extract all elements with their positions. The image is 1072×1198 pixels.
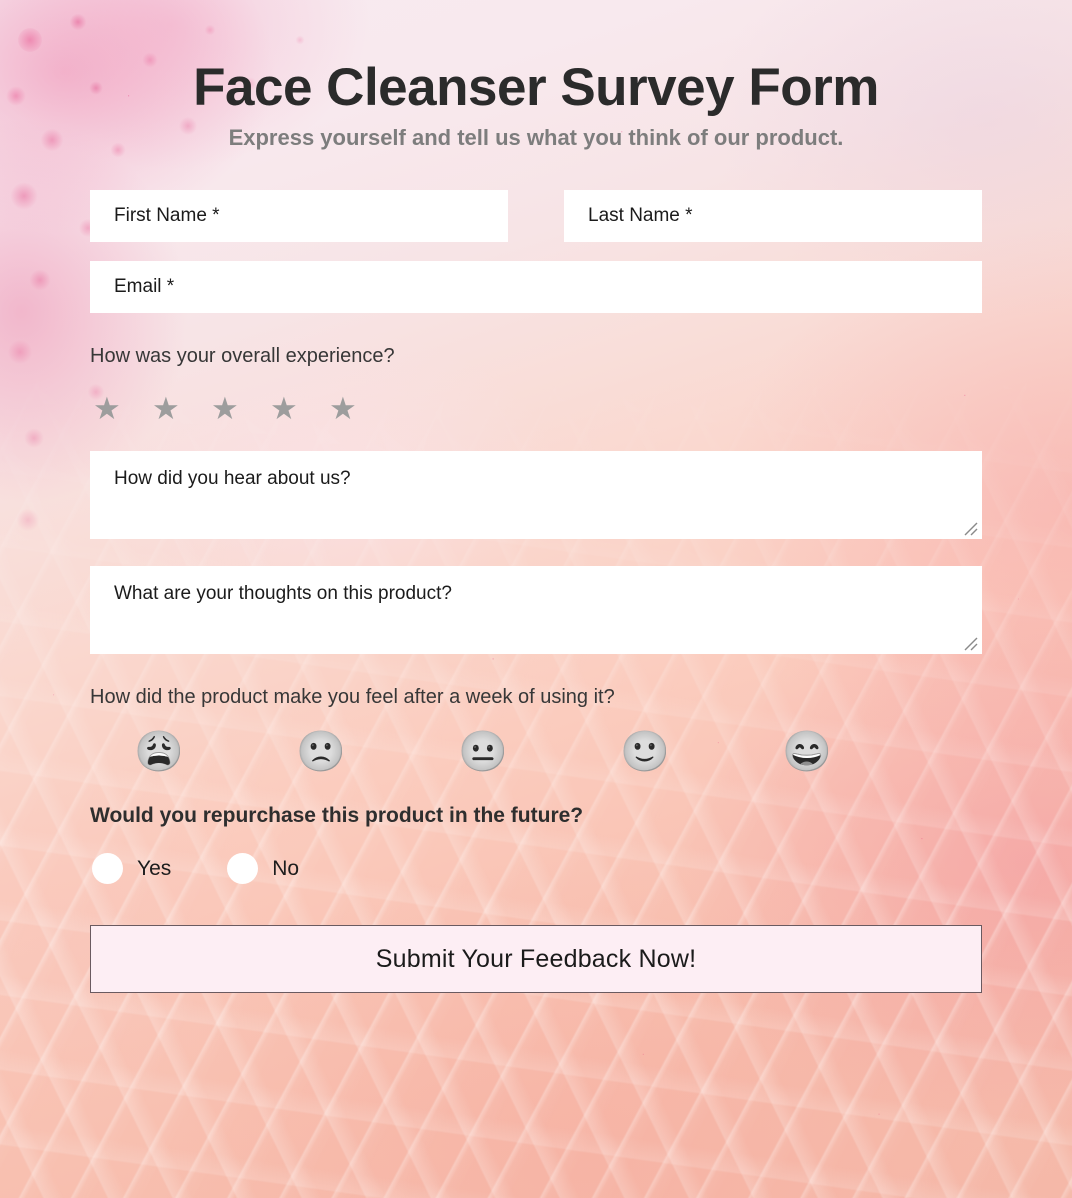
star-rating[interactable]: ★ ★ ★ ★ ★	[93, 393, 982, 424]
mood-selector[interactable]: 😩 🙁 😐 🙂 😄	[90, 732, 982, 772]
repurchase-radio-group: Yes No	[90, 853, 982, 884]
radio-option-yes[interactable]: Yes	[92, 853, 171, 884]
referral-textarea-placeholder: How did you hear about us?	[114, 467, 351, 489]
referral-textarea[interactable]: How did you hear about us?	[90, 450, 982, 539]
last-name-input[interactable]: Last Name *	[564, 189, 982, 242]
star-icon-2[interactable]: ★	[152, 393, 211, 424]
thoughts-textarea-placeholder: What are your thoughts on this product?	[114, 582, 452, 604]
neutral-face-icon[interactable]: 😐	[458, 732, 620, 772]
radio-circle-yes[interactable]	[92, 853, 123, 884]
page-title: Face Cleanser Survey Form	[193, 58, 879, 117]
radio-label-yes: Yes	[137, 856, 172, 880]
mood-question-label: How did the product make you feel after …	[90, 685, 615, 708]
repurchase-question-label: Would you repurchase this product in the…	[90, 803, 584, 827]
star-icon-5[interactable]: ★	[329, 393, 388, 424]
resize-grip-icon[interactable]	[963, 636, 979, 652]
star-icon-1[interactable]: ★	[93, 393, 152, 424]
frowning-face-icon[interactable]: 🙁	[296, 732, 458, 772]
overall-experience-label: How was your overall experience?	[90, 344, 395, 367]
grinning-face-with-smiling-eyes-icon[interactable]: 😄	[782, 732, 944, 772]
survey-form: Face Cleanser Survey Form Express yourse…	[90, 0, 982, 993]
resize-grip-icon[interactable]	[963, 521, 979, 537]
radio-label-no: No	[272, 856, 300, 880]
page-subtitle: Express yourself and tell us what you th…	[228, 125, 844, 151]
star-icon-3[interactable]: ★	[211, 393, 270, 424]
email-input[interactable]: Email *	[90, 260, 982, 313]
name-row: First Name * Last Name *	[90, 189, 982, 242]
radio-circle-no[interactable]	[227, 853, 259, 884]
submit-feedback-button[interactable]: Submit Your Feedback Now!	[90, 925, 982, 993]
first-name-input[interactable]: First Name *	[90, 189, 508, 242]
star-icon-4[interactable]: ★	[270, 393, 329, 424]
survey-page: Face Cleanser Survey Form Express yourse…	[0, 0, 1072, 1198]
radio-option-no[interactable]: No	[227, 853, 299, 884]
weary-face-icon[interactable]: 😩	[134, 732, 296, 772]
slightly-smiling-face-icon[interactable]: 🙂	[620, 732, 782, 772]
thoughts-textarea[interactable]: What are your thoughts on this product?	[90, 565, 982, 654]
